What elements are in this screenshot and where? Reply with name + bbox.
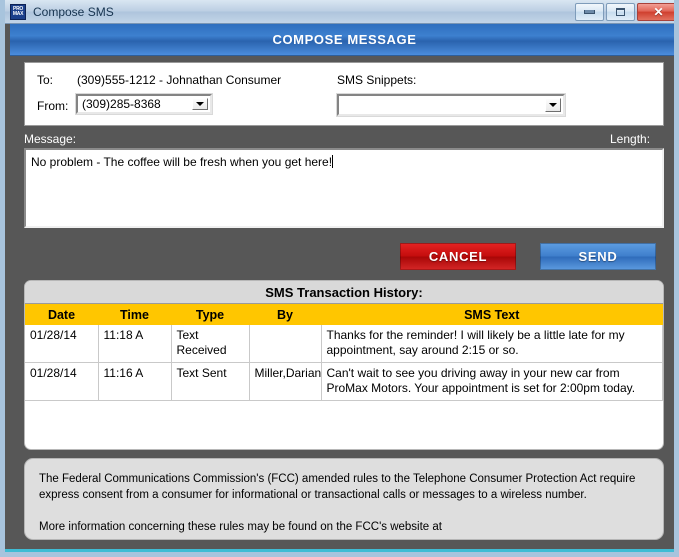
window-titlebar: PRO MAX Compose SMS ✕ — [5, 0, 674, 24]
chevron-down-icon — [545, 98, 561, 112]
column-header-sms-text: SMS Text — [321, 304, 663, 325]
cell-date: 01/28/14 — [25, 362, 99, 401]
disclaimer-paragraph-1: The Federal Communications Commission's … — [39, 473, 636, 501]
fcc-disclaimer-panel: The Federal Communications Commission's … — [24, 458, 664, 540]
cell-type: Text Received — [171, 325, 250, 363]
column-header-by: By — [249, 304, 321, 325]
cancel-button[interactable]: CANCEL — [400, 243, 516, 270]
cell-by: Miller,Darian — [249, 362, 322, 401]
promax-app-icon: PRO MAX — [10, 3, 26, 20]
minimize-button[interactable] — [575, 2, 604, 21]
fcc-website-link[interactable]: http://www.fcc.gov/guides/spam-unwanted-… — [39, 539, 387, 540]
history-table: Date Time Type By SMS Text 01/28/14 11:1… — [25, 304, 663, 401]
sms-transaction-history-panel: SMS Transaction History: Date Time Type … — [24, 280, 664, 450]
message-input[interactable]: No problem - The coffee will be fresh wh… — [24, 148, 664, 228]
table-header-row: Date Time Type By SMS Text — [25, 304, 663, 325]
text-caret — [332, 155, 334, 168]
cell-date: 01/28/14 — [25, 325, 99, 363]
history-title: SMS Transaction History: — [25, 281, 663, 304]
from-number-dropdown[interactable]: (309)285-8368 — [75, 93, 213, 115]
sms-snippets-dropdown[interactable] — [336, 93, 566, 117]
column-header-type: Type — [171, 304, 249, 325]
close-icon: ✕ — [653, 4, 664, 19]
table-row[interactable]: 01/28/14 11:16 A Text Sent Miller,Darian… — [25, 362, 663, 401]
window-controls: ✕ — [575, 2, 674, 21]
message-label: Message: — [24, 132, 77, 146]
cell-time: 11:16 A — [98, 362, 172, 401]
maximize-button[interactable] — [606, 2, 635, 21]
cell-time: 11:18 A — [98, 325, 172, 363]
send-button[interactable]: SEND — [540, 243, 656, 270]
sms-snippets-label: SMS Snippets: — [337, 73, 417, 87]
compose-sms-window: PRO MAX Compose SMS ✕ COMPOSE MESSAGE To… — [0, 0, 679, 557]
table-row[interactable]: 01/28/14 11:18 A Text Received Thanks fo… — [25, 325, 663, 363]
cell-sms-text: Can't wait to see you driving away in yo… — [321, 362, 663, 401]
compose-message-banner: COMPOSE MESSAGE — [10, 24, 674, 56]
window-body: To: (309)555-1212 - Johnathan Consumer F… — [10, 56, 674, 549]
from-number-value: (309)285-8368 — [82, 97, 161, 111]
minimize-icon — [584, 9, 595, 14]
window-title: Compose SMS — [33, 4, 114, 19]
app-icon-line2: MAX — [12, 10, 24, 17]
disclaimer-paragraph-2: More information concerning these rules … — [39, 521, 442, 533]
cell-type: Text Sent — [171, 362, 250, 401]
chevron-down-icon — [192, 98, 208, 110]
recipient-form-panel: To: (309)555-1212 - Johnathan Consumer F… — [24, 62, 664, 126]
close-button[interactable]: ✕ — [637, 2, 674, 21]
column-header-time: Time — [98, 304, 171, 325]
from-label: From: — [37, 99, 69, 113]
to-label: To: — [37, 73, 54, 87]
banner-title: COMPOSE MESSAGE — [272, 32, 417, 47]
to-value: (309)555-1212 - Johnathan Consumer — [77, 73, 282, 87]
send-button-label: SEND — [578, 249, 618, 264]
length-label: Length: — [610, 132, 651, 146]
maximize-icon — [616, 7, 625, 16]
cell-sms-text: Thanks for the reminder! I will likely b… — [321, 325, 663, 363]
cell-by — [249, 325, 322, 363]
cancel-button-label: CANCEL — [428, 249, 488, 264]
message-text: No problem - The coffee will be fresh wh… — [31, 155, 333, 169]
column-header-date: Date — [25, 304, 98, 325]
